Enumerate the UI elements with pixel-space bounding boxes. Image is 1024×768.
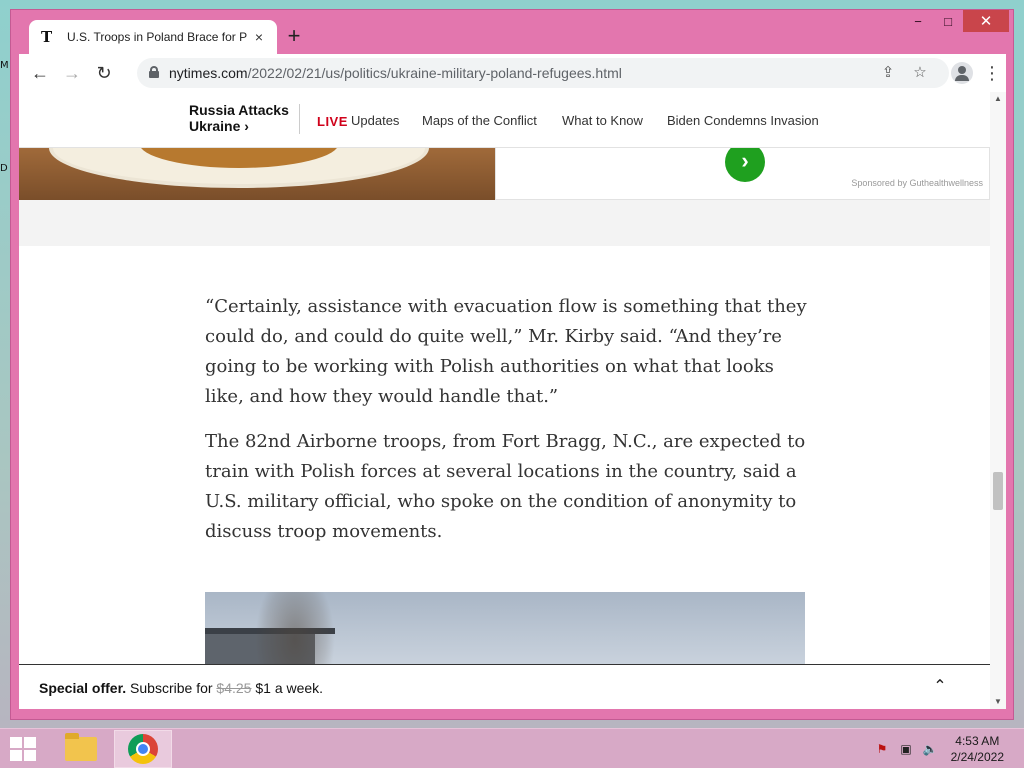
nav-link-what-to-know[interactable]: What to Know — [562, 113, 643, 128]
chevron-up-icon[interactable]: ⌃ — [928, 675, 952, 699]
nav-link-maps[interactable]: Maps of the Conflict — [422, 113, 537, 128]
vertical-scrollbar[interactable]: ▲ ▼ — [990, 92, 1006, 709]
close-tab-icon[interactable]: × — [251, 29, 267, 45]
ad-sponsor-label: Sponsored by Guthealthwellness — [851, 178, 983, 188]
offer-new-price: $1 a week. — [255, 680, 324, 696]
nyt-favicon-icon: T — [41, 28, 53, 46]
section-title-line2: Ukraine › — [189, 118, 249, 134]
network-icon[interactable]: ▣ — [898, 741, 914, 757]
lock-icon — [149, 66, 159, 78]
article-paragraph: “Certainly, assistance with evacuation f… — [205, 296, 807, 407]
desktop-icon-label: M — [0, 60, 9, 71]
share-icon[interactable]: ⇪ — [877, 62, 899, 84]
profile-avatar-icon[interactable] — [951, 62, 973, 84]
system-clock[interactable]: 4:53 AM 2/24/2022 — [951, 733, 1004, 765]
scroll-thumb[interactable] — [993, 472, 1003, 510]
maximize-button[interactable]: □ — [933, 10, 963, 32]
browser-menu-icon[interactable]: ⋮ — [981, 60, 1003, 86]
browser-window: − □ ✕ T U.S. Troops in Poland Brace for … — [10, 9, 1014, 720]
offer-bold: Special offer. — [39, 680, 127, 696]
taskbar: ⚑ ▣ 🔈 4:53 AM 2/24/2022 — [0, 728, 1024, 768]
section-title-line1: Russia Attacks — [189, 102, 289, 118]
file-explorer-taskbar-button[interactable] — [52, 730, 110, 768]
nav-link-updates[interactable]: Updates — [351, 113, 399, 128]
scroll-down-arrow-icon[interactable]: ▼ — [990, 695, 1006, 709]
article-paragraph: The 82nd Airborne troops, from Fort Brag… — [205, 431, 806, 542]
story-nav-bar: Russia Attacks Ukraine › LIVE Updates Ma… — [19, 92, 990, 148]
back-button[interactable]: ← — [27, 60, 53, 86]
subscription-offer-bar[interactable]: Special offer. Subscribe for $4.25 $1 a … — [19, 664, 990, 709]
volume-muted-icon[interactable]: 🔈 — [922, 741, 938, 757]
clock-time: 4:53 AM — [955, 734, 1000, 748]
minimize-button[interactable]: − — [903, 10, 933, 32]
address-bar[interactable]: nytimes.com/2022/02/21/us/politics/ukrai… — [137, 58, 949, 88]
url-text: nytimes.com/2022/02/21/us/politics/ukrai… — [169, 65, 622, 81]
folder-icon — [65, 733, 97, 761]
live-badge: LIVE — [317, 114, 348, 129]
ad-image[interactable] — [19, 148, 495, 200]
browser-toolbar: ← → ↻ nytimes.com/2022/02/21/us/politics… — [19, 54, 1006, 92]
bookmark-star-icon[interactable]: ☆ — [909, 62, 931, 84]
start-button-icon[interactable] — [10, 737, 38, 763]
tab-title: U.S. Troops in Poland Brace for P — [67, 30, 248, 44]
offer-old-price: $4.25 — [216, 680, 252, 696]
new-tab-button[interactable]: + — [281, 24, 307, 50]
nav-divider — [299, 104, 300, 134]
article-body: “Certainly, assistance with evacuation f… — [205, 292, 809, 562]
nav-link-biden-condemns[interactable]: Biden Condemns Invasion — [667, 113, 819, 128]
reload-button[interactable]: ↻ — [91, 60, 117, 86]
close-window-button[interactable]: ✕ — [963, 10, 1009, 32]
desktop-icon-label: D — [0, 163, 8, 174]
page-viewport: Russia Attacks Ukraine › LIVE Updates Ma… — [19, 92, 990, 709]
window-controls: − □ ✕ — [903, 10, 1009, 32]
chrome-taskbar-button[interactable] — [114, 730, 172, 768]
scroll-up-arrow-icon[interactable]: ▲ — [990, 92, 1006, 106]
url-path: /2022/02/21/us/politics/ukraine-military… — [247, 65, 622, 81]
section-title-link[interactable]: Russia Attacks Ukraine › — [189, 102, 289, 134]
offer-text: Special offer. Subscribe for $4.25 $1 a … — [39, 680, 323, 696]
forward-button[interactable]: → — [59, 60, 85, 86]
chrome-icon — [128, 734, 158, 764]
browser-tab[interactable]: T U.S. Troops in Poland Brace for P × — [29, 20, 277, 54]
ad-arrow-button[interactable]: › — [725, 142, 765, 182]
action-center-flag-icon[interactable]: ⚑ — [874, 741, 890, 757]
url-host: nytimes.com — [169, 65, 248, 81]
ad-band — [19, 200, 990, 246]
clock-date: 2/24/2022 — [950, 750, 1004, 764]
ad-panel: › Sponsored by Guthealthwellness — [495, 142, 990, 200]
offer-subscribe-text: Subscribe for — [130, 680, 213, 696]
